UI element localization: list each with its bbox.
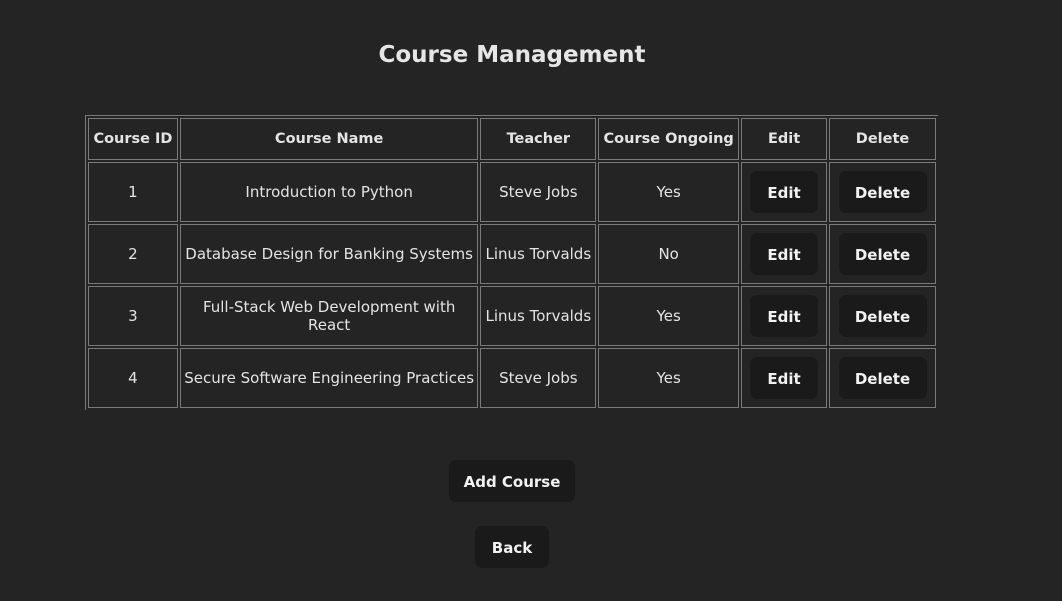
delete-button[interactable]: Delete <box>838 295 927 337</box>
header-course-name: Course Name <box>179 118 479 160</box>
cell-teacher: Linus Torvalds <box>480 224 597 284</box>
edit-button[interactable]: Edit <box>750 357 819 399</box>
table-row: 3 Full-Stack Web Development with React … <box>88 286 936 346</box>
delete-button[interactable]: Delete <box>838 357 927 399</box>
cell-course-name: Introduction to Python <box>179 162 479 222</box>
cell-teacher: Linus Torvalds <box>480 286 597 346</box>
header-course-id: Course ID <box>88 118 178 160</box>
cell-course-name: Full-Stack Web Development with React <box>179 286 479 346</box>
cell-edit: Edit <box>741 224 828 284</box>
cell-course-id: 1 <box>88 162 178 222</box>
cell-course-ongoing: Yes <box>598 162 740 222</box>
edit-button[interactable]: Edit <box>750 233 819 275</box>
table-row: 2 Database Design for Banking Systems Li… <box>88 224 936 284</box>
cell-teacher: Steve Jobs <box>480 162 597 222</box>
table-row: 1 Introduction to Python Steve Jobs Yes … <box>88 162 936 222</box>
cell-course-id: 3 <box>88 286 178 346</box>
cell-course-id: 2 <box>88 224 178 284</box>
cell-course-ongoing: Yes <box>598 348 740 408</box>
cell-delete: Delete <box>829 348 936 408</box>
edit-button[interactable]: Edit <box>750 171 819 213</box>
cell-edit: Edit <box>741 348 828 408</box>
delete-button[interactable]: Delete <box>838 233 927 275</box>
cell-course-id: 4 <box>88 348 178 408</box>
page-title: Course Management <box>378 42 646 68</box>
cell-teacher: Steve Jobs <box>480 348 597 408</box>
header-edit: Edit <box>741 118 828 160</box>
cell-course-name: Secure Software Engineering Practices <box>179 348 479 408</box>
course-table: Course ID Course Name Teacher Course Ong… <box>86 116 938 410</box>
back-button[interactable]: Back <box>475 526 549 568</box>
cell-course-ongoing: No <box>598 224 740 284</box>
cell-edit: Edit <box>741 286 828 346</box>
cell-course-name: Database Design for Banking Systems <box>179 224 479 284</box>
header-teacher: Teacher <box>480 118 597 160</box>
delete-button[interactable]: Delete <box>838 171 927 213</box>
header-delete: Delete <box>829 118 936 160</box>
cell-edit: Edit <box>741 162 828 222</box>
add-course-button[interactable]: Add Course <box>449 460 575 502</box>
cell-delete: Delete <box>829 286 936 346</box>
edit-button[interactable]: Edit <box>750 295 819 337</box>
table-header-row: Course ID Course Name Teacher Course Ong… <box>88 118 936 160</box>
course-table-container: Course ID Course Name Teacher Course Ong… <box>85 115 938 410</box>
table-row: 4 Secure Software Engineering Practices … <box>88 348 936 408</box>
cell-delete: Delete <box>829 224 936 284</box>
cell-delete: Delete <box>829 162 936 222</box>
header-course-ongoing: Course Ongoing <box>598 118 740 160</box>
cell-course-ongoing: Yes <box>598 286 740 346</box>
